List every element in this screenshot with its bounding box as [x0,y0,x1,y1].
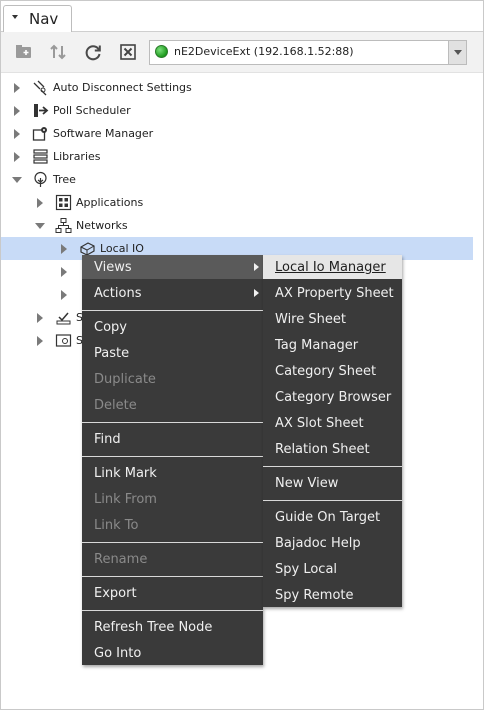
service-icon [55,309,72,326]
tree-node[interactable]: Applications [1,191,473,214]
menu-item-delete: Delete [94,398,137,413]
refresh-icon[interactable] [82,41,104,63]
chevron-down-icon [454,50,462,55]
menu-separator [263,500,402,501]
tab-bar: Nav [1,1,483,32]
tree-node[interactable]: Libraries [1,145,473,168]
tree-node-label: Local IO [100,242,144,255]
poll-scheduler-icon [32,102,49,119]
software-manager-icon [32,125,49,142]
dropdown-button[interactable] [448,41,466,64]
sync-up-down-icon[interactable] [47,41,69,63]
menu-separator [82,310,263,311]
tree-icon [32,171,49,188]
applications-icon [55,194,72,211]
expand-icon[interactable] [37,198,43,208]
menu-separator [82,576,263,577]
tree-node-label: Software Manager [53,127,154,140]
menu-separator [82,542,263,543]
expand-icon[interactable] [61,290,67,300]
expand-icon[interactable] [14,129,20,139]
menu-item-new-view[interactable]: New View [263,471,402,495]
menu-item-copy[interactable]: Copy [82,315,263,339]
tree-node[interactable]: Tree [1,168,473,191]
menu-item-find[interactable]: Find [82,427,263,451]
expand-icon[interactable] [14,106,20,116]
menu-item-relation-sheet[interactable]: Relation Sheet [263,437,402,461]
tree-node-label: Networks [76,219,128,232]
menu-separator [82,456,263,457]
menu-item-link-to: Link To [94,518,139,533]
menu-item-ax-property-sheet[interactable]: AX Property Sheet [263,281,402,305]
tree-node[interactable]: Networks [1,214,473,237]
menu-separator [82,610,263,611]
views-submenu: Local Io Manager AX Property Sheet Wire … [263,255,402,607]
menu-item-category-browser[interactable]: Category Browser [263,385,402,409]
chevron-right-icon [254,263,259,271]
menu-item-link-from: Link From [94,492,157,507]
expand-icon[interactable] [14,152,20,162]
expand-icon[interactable] [61,244,67,254]
menu-separator [263,466,402,467]
menu-item-local-io-manager[interactable]: Local Io Manager [263,255,402,279]
expand-icon[interactable] [61,267,67,277]
tree-node[interactable]: Software Manager [1,122,473,145]
menu-item-go-into[interactable]: Go Into [82,641,263,665]
context-menu: Views Actions Copy Paste Duplicate Delet… [82,255,263,665]
menu-item-ax-slot-sheet[interactable]: AX Slot Sheet [263,411,402,435]
menu-item-spy-local[interactable]: Spy Local [263,557,402,581]
collapse-icon[interactable] [12,177,22,183]
tab-nav[interactable]: Nav [3,5,72,32]
menu-item-duplicate: Duplicate [94,372,156,387]
expand-icon[interactable] [14,83,20,93]
tree-node-label: Libraries [53,150,101,163]
menu-item-refresh-tree-node[interactable]: Refresh Tree Node [82,615,263,639]
chevron-down-icon[interactable] [12,15,18,19]
menu-item-category-sheet[interactable]: Category Sheet [263,359,402,383]
expand-icon[interactable] [37,313,43,323]
menu-item-views[interactable]: Views [82,255,263,279]
chevron-right-icon [254,289,259,297]
libraries-icon [32,148,49,165]
tree-node-label: Applications [76,196,144,209]
close-icon[interactable] [117,41,139,63]
menu-item-rename: Rename [94,552,148,567]
expand-icon[interactable] [37,336,43,346]
menu-item-tag-manager[interactable]: Tag Manager [263,333,402,357]
settings-icon [55,332,72,349]
menu-item-guide-on-target[interactable]: Guide On Target [263,505,402,529]
toolbar: nE2DeviceExt (192.168.1.52:88) [1,32,483,73]
menu-item-wire-sheet[interactable]: Wire Sheet [263,307,402,331]
tree-node-label: Tree [53,173,76,186]
station-selector[interactable]: nE2DeviceExt (192.168.1.52:88) [149,40,467,65]
station-selector-value: nE2DeviceExt (192.168.1.52:88) [174,45,354,58]
collapse-icon[interactable] [35,223,45,229]
connection-status-icon [155,45,168,58]
tree-node-label: Poll Scheduler [53,104,131,117]
networks-icon [55,217,72,234]
menu-item-paste[interactable]: Paste [82,341,263,365]
new-folder-icon[interactable] [13,41,35,63]
menu-item-bajadoc-help[interactable]: Bajadoc Help [263,531,402,555]
tree-node-label: Auto Disconnect Settings [53,81,192,94]
menu-item-spy-remote[interactable]: Spy Remote [263,583,402,607]
menu-separator [82,422,263,423]
auto-disconnect-icon [32,79,49,96]
menu-item-export[interactable]: Export [82,581,263,605]
menu-item-actions[interactable]: Actions [82,281,263,305]
menu-item-link-mark[interactable]: Link Mark [82,461,263,485]
tree-node[interactable]: Auto Disconnect Settings [1,76,473,99]
tab-label: Nav [29,10,59,28]
nav-panel: Nav nE2DeviceExt (192.168.1.52:88) Auto … [0,0,484,710]
tree-node[interactable]: Poll Scheduler [1,99,473,122]
